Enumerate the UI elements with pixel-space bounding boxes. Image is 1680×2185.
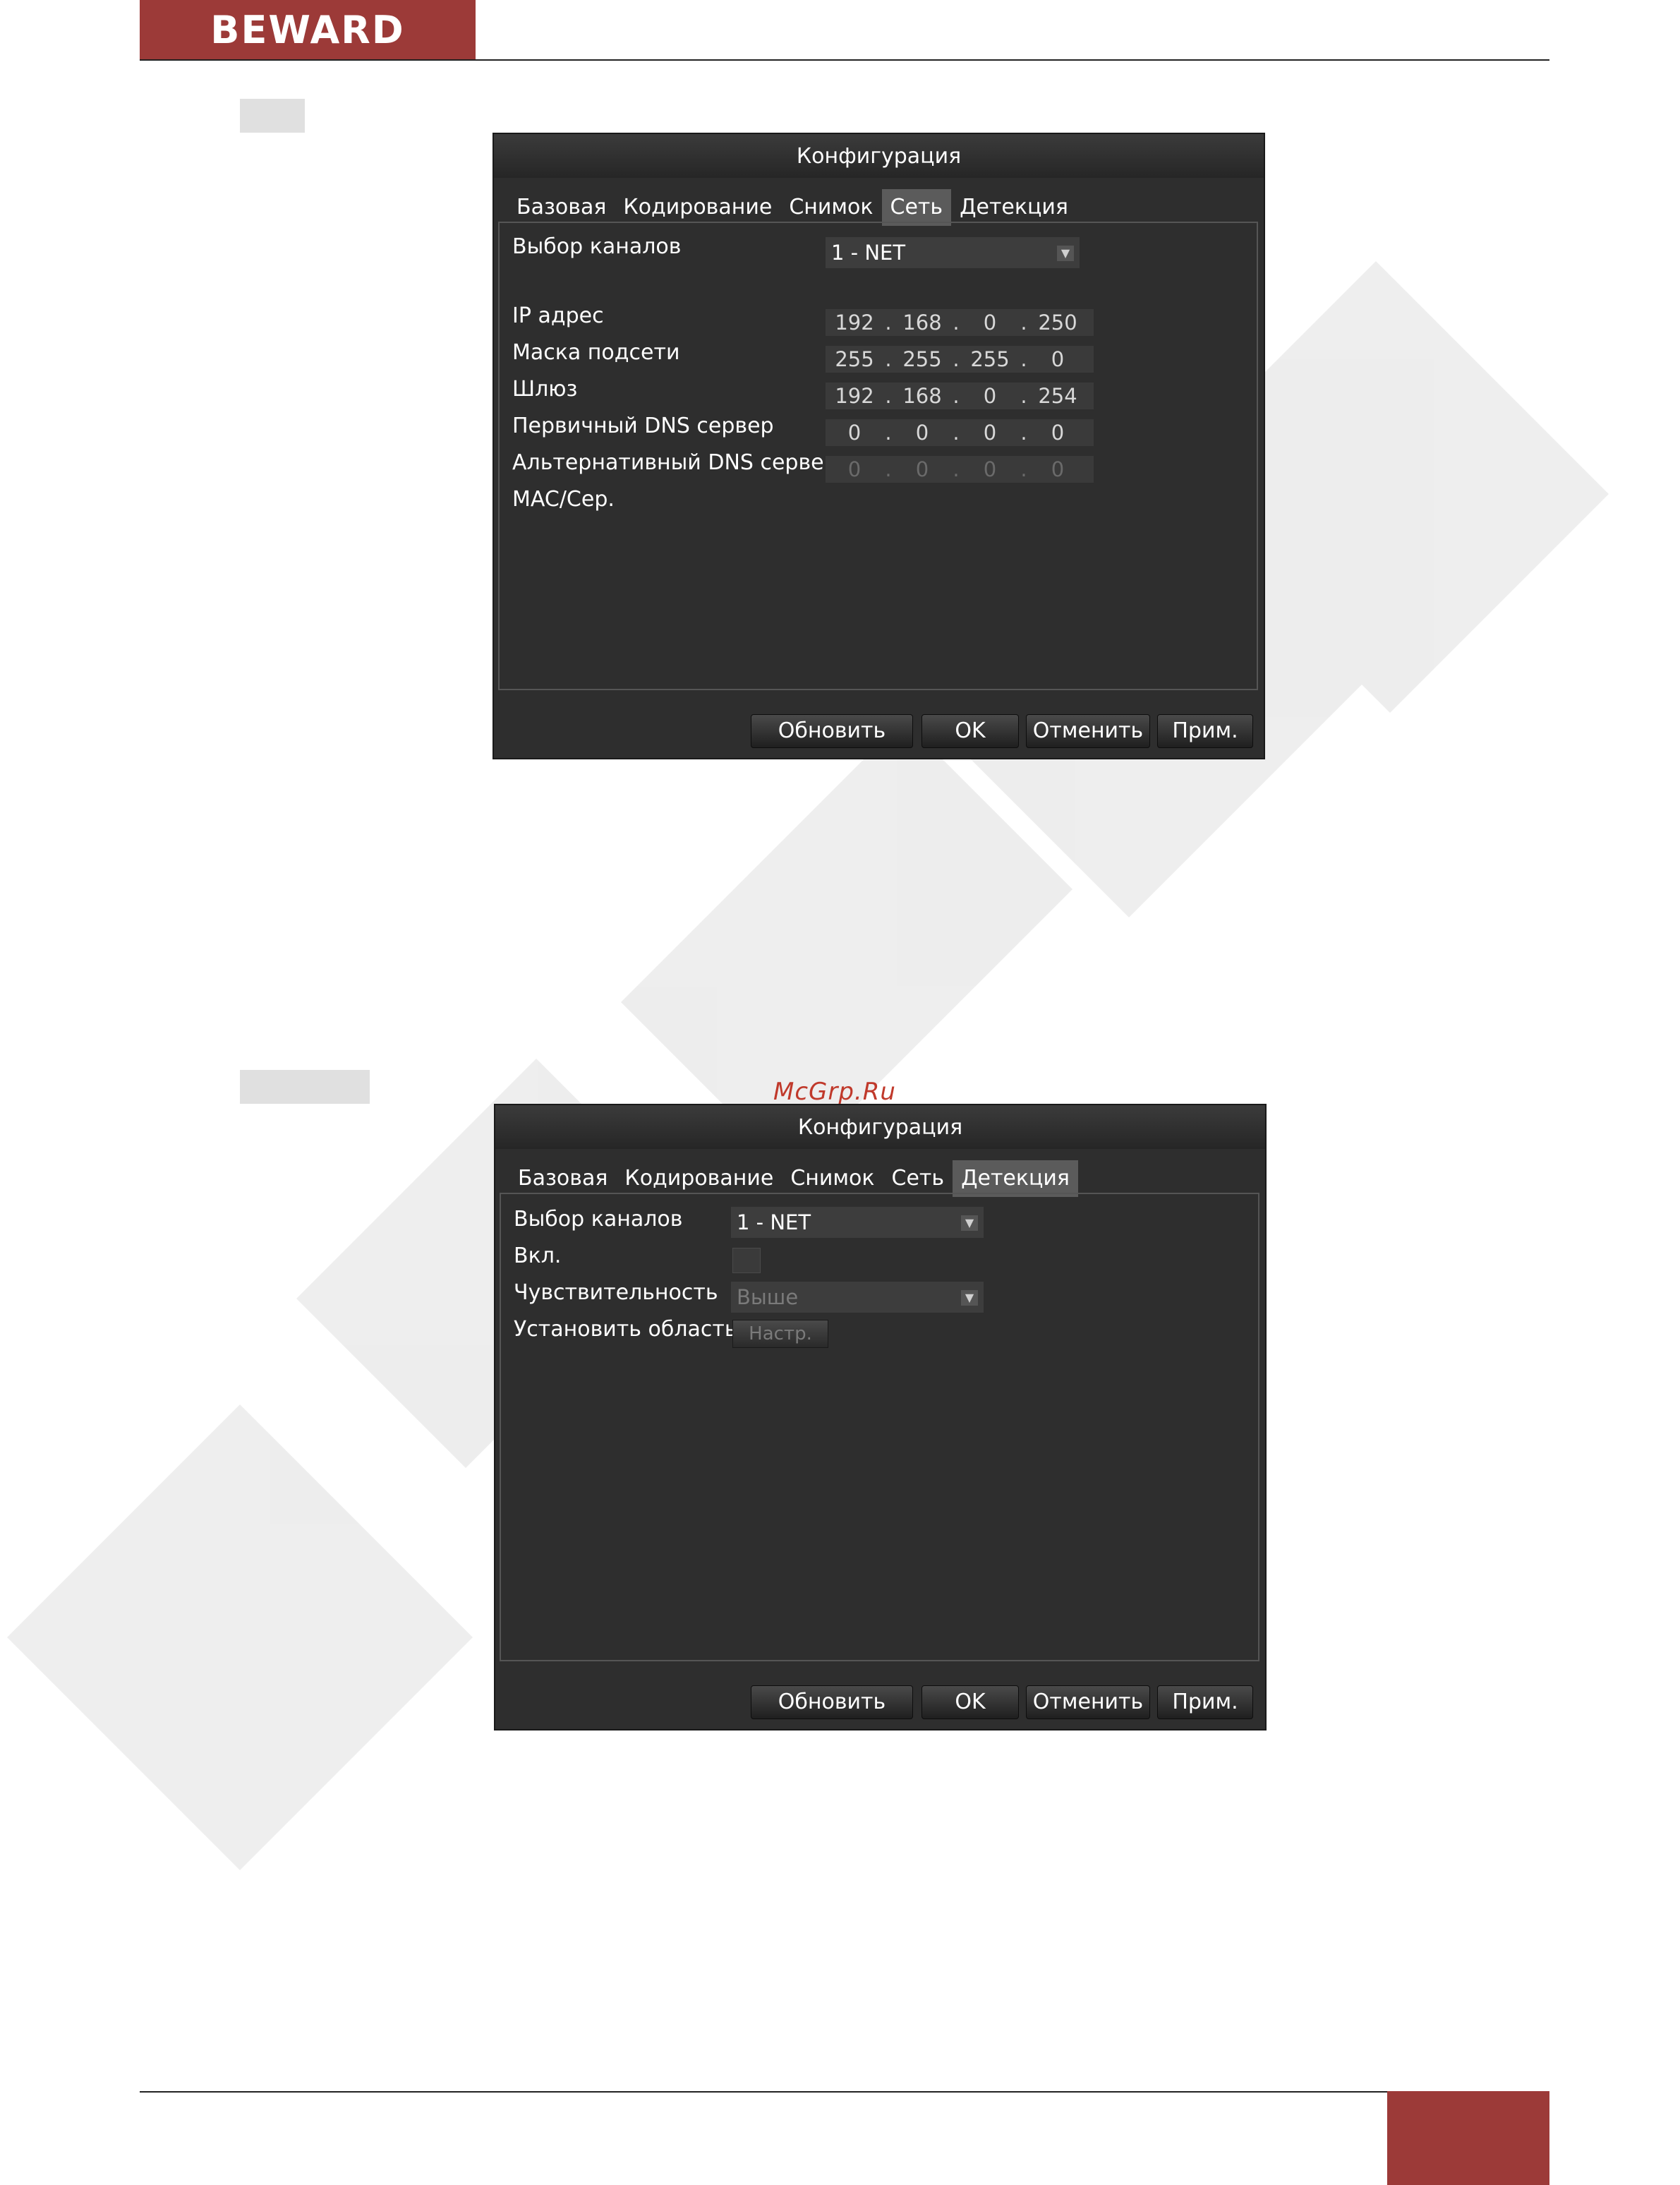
chevron-down-icon: ▼	[961, 1290, 978, 1306]
dns2-label: Альтернативный DNS сервер	[512, 450, 838, 475]
dns1-octet-2: 0	[915, 421, 929, 445]
settings-panel: Выбор каналов 1 - NET ▼ IP адрес 192. 16…	[498, 222, 1258, 690]
cancel-button[interactable]: Отменить	[1026, 1685, 1150, 1719]
footer-divider	[140, 2091, 1387, 2093]
enable-label: Вкл.	[514, 1244, 562, 1268]
mac-label: MAC/Сер.	[512, 487, 615, 512]
channel-select[interactable]: 1 - NET ▼	[826, 237, 1080, 268]
refresh-button[interactable]: Обновить	[751, 1685, 913, 1719]
figure-label-placeholder-2	[240, 1070, 370, 1104]
dns2-octet-2: 0	[915, 457, 929, 481]
ip-address-field[interactable]: 192. 168. 0. 250	[826, 309, 1094, 336]
tab-encoding[interactable]: Кодирование	[616, 1160, 782, 1197]
channel-select-value: 1 - NET	[737, 1210, 811, 1234]
enable-checkbox[interactable]	[732, 1248, 761, 1273]
tab-network[interactable]: Сеть	[881, 189, 952, 226]
settings-panel: Выбор каналов 1 - NET ▼ Вкл. Чувствитель…	[500, 1193, 1259, 1661]
watermark-link[interactable]: McGrp.Ru	[773, 1076, 914, 1107]
header-divider	[140, 59, 1549, 61]
dns1-octet-4: 0	[1051, 421, 1065, 445]
channel-label: Выбор каналов	[512, 234, 682, 259]
tab-snapshot[interactable]: Снимок	[782, 1160, 883, 1197]
refresh-button[interactable]: Обновить	[751, 714, 913, 748]
ok-button[interactable]: OK	[921, 714, 1019, 748]
chevron-down-icon: ▼	[1057, 246, 1074, 261]
tab-network[interactable]: Сеть	[883, 1160, 953, 1197]
gw-octet-2: 168	[902, 384, 942, 408]
mask-label: Маска подсети	[512, 340, 680, 365]
chevron-down-icon: ▼	[961, 1215, 978, 1231]
mask-octet-2: 255	[902, 347, 942, 371]
window-title: Конфигурация	[494, 134, 1264, 178]
apply-button[interactable]: Прим.	[1157, 1685, 1253, 1719]
dns2-octet-4: 0	[1051, 457, 1065, 481]
ip-octet-4: 250	[1038, 311, 1077, 335]
config-window-detection: Конфигурация Базовая Кодирование Снимок …	[494, 1104, 1267, 1730]
apply-button[interactable]: Прим.	[1157, 714, 1253, 748]
alternate-dns-field: 0. 0. 0. 0	[826, 456, 1094, 483]
sensitivity-select-value: Выше	[737, 1285, 799, 1309]
dns1-octet-3: 0	[983, 421, 997, 445]
cancel-button[interactable]: Отменить	[1026, 714, 1150, 748]
ok-button[interactable]: OK	[921, 1685, 1019, 1719]
ip-octet-2: 168	[902, 311, 942, 335]
tab-basic[interactable]: Базовая	[508, 189, 615, 226]
window-title: Конфигурация	[495, 1105, 1265, 1149]
figure-label-placeholder-1	[240, 99, 305, 133]
tab-detection[interactable]: Детекция	[953, 1160, 1078, 1197]
primary-dns-field[interactable]: 0. 0. 0. 0	[826, 419, 1094, 446]
gw-octet-3: 0	[983, 384, 997, 408]
mask-octet-1: 255	[835, 347, 874, 371]
tab-bar: Базовая Кодирование Снимок Сеть Детекция	[509, 1160, 1078, 1197]
gw-octet-4: 254	[1038, 384, 1077, 408]
dns1-octet-1: 0	[847, 421, 862, 445]
page-number-box	[1387, 2091, 1549, 2185]
dns1-label: Первичный DNS сервер	[512, 414, 774, 438]
tab-snapshot[interactable]: Снимок	[780, 189, 881, 226]
ip-label: IP адрес	[512, 303, 604, 328]
gateway-field[interactable]: 192. 168. 0. 254	[826, 383, 1094, 409]
gw-octet-1: 192	[835, 384, 874, 408]
tab-bar: Базовая Кодирование Снимок Сеть Детекция	[508, 189, 1077, 226]
tab-basic[interactable]: Базовая	[509, 1160, 616, 1197]
ip-octet-1: 192	[835, 311, 874, 335]
dns2-octet-1: 0	[847, 457, 862, 481]
gateway-label: Шлюз	[512, 377, 578, 402]
tab-detection[interactable]: Детекция	[951, 189, 1077, 226]
set-area-label: Установить область	[514, 1317, 737, 1342]
tab-encoding[interactable]: Кодирование	[615, 189, 780, 226]
channel-select-value: 1 - NET	[831, 241, 906, 265]
sensitivity-select[interactable]: Выше ▼	[731, 1282, 984, 1313]
channel-select[interactable]: 1 - NET ▼	[731, 1207, 984, 1238]
mask-octet-3: 255	[970, 347, 1010, 371]
brand-logo-text: BEWARD	[210, 7, 405, 52]
ip-octet-3: 0	[983, 311, 997, 335]
brand-logo: BEWARD	[140, 0, 476, 59]
dns2-octet-3: 0	[983, 457, 997, 481]
subnet-mask-field[interactable]: 255. 255. 255. 0	[826, 346, 1094, 373]
config-window-network: Конфигурация Базовая Кодирование Снимок …	[492, 133, 1265, 759]
sensitivity-label: Чувствительность	[514, 1280, 718, 1305]
area-setup-button[interactable]: Настр.	[732, 1320, 828, 1348]
channel-label: Выбор каналов	[514, 1207, 683, 1232]
mask-octet-4: 0	[1051, 347, 1065, 371]
